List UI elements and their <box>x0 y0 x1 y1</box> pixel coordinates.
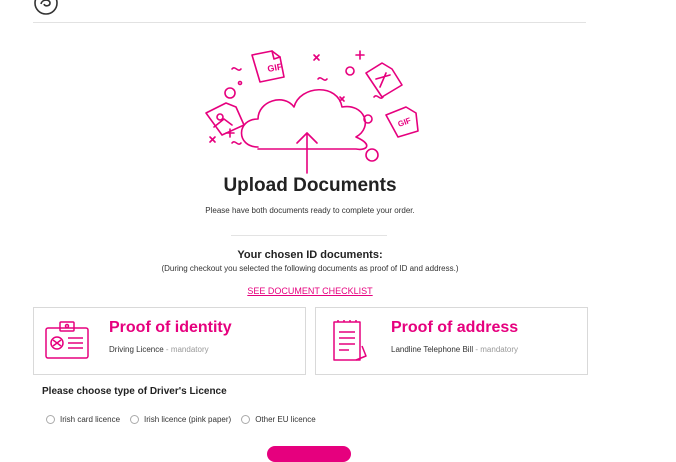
cloud-upload-icon <box>240 88 368 151</box>
svg-text:GIF: GIF <box>397 116 413 129</box>
licence-type-heading: Please choose type of Driver's Licence <box>42 386 227 397</box>
radio-irish-card-licence[interactable]: Irish card licence <box>46 415 120 424</box>
header-divider <box>33 22 586 23</box>
id-badge-icon <box>45 321 89 359</box>
continue-button[interactable] <box>267 446 351 462</box>
radio-other-eu-licence[interactable]: Other EU licence <box>241 415 316 424</box>
page-title: Upload Documents <box>223 175 397 196</box>
cloud-upload-illustration: GIF GIF <box>205 50 419 174</box>
brand-swirl-icon[interactable] <box>33 0 59 16</box>
document-name: Landline Telephone Bill <box>391 345 474 354</box>
document-checklist-link[interactable]: SEE DOCUMENT CHECKLIST <box>0 286 620 296</box>
proof-of-address-card[interactable]: Proof of address Landline Telephone Bill… <box>315 307 588 375</box>
radio-button[interactable] <box>46 415 55 424</box>
licence-type-options: Irish card licence Irish licence (pink p… <box>46 415 316 424</box>
card-title: Proof of address <box>391 319 519 336</box>
page-subtitle: Please have both documents ready to comp… <box>205 206 415 215</box>
document-bill-icon <box>333 320 367 361</box>
chosen-documents-heading: Your chosen ID documents: <box>237 249 383 261</box>
chosen-documents-note: (During checkout you selected the follow… <box>161 264 459 273</box>
radio-button[interactable] <box>241 415 251 424</box>
radio-button[interactable] <box>130 415 140 424</box>
svg-text:GIF: GIF <box>267 61 284 74</box>
radio-label: Other EU licence <box>255 415 316 424</box>
proof-of-identity-card[interactable]: Proof of identity Driving Licence - mand… <box>33 307 306 375</box>
pdf-file-icon <box>365 62 403 98</box>
card-title: Proof of identity <box>109 319 232 336</box>
radio-irish-pink-paper-licence[interactable]: Irish licence (pink paper) <box>130 415 231 424</box>
document-name: Driving Licence <box>109 345 164 354</box>
mandatory-label: - mandatory <box>473 345 519 354</box>
card-document: Landline Telephone Bill - mandatory <box>391 345 518 354</box>
mandatory-label: - mandatory <box>163 345 209 354</box>
radio-label: Irish card licence <box>60 415 121 424</box>
section-divider <box>231 235 387 236</box>
radio-label: Irish licence (pink paper) <box>144 415 232 424</box>
image-file-icon <box>205 102 245 136</box>
card-document: Driving Licence - mandatory <box>109 345 209 354</box>
